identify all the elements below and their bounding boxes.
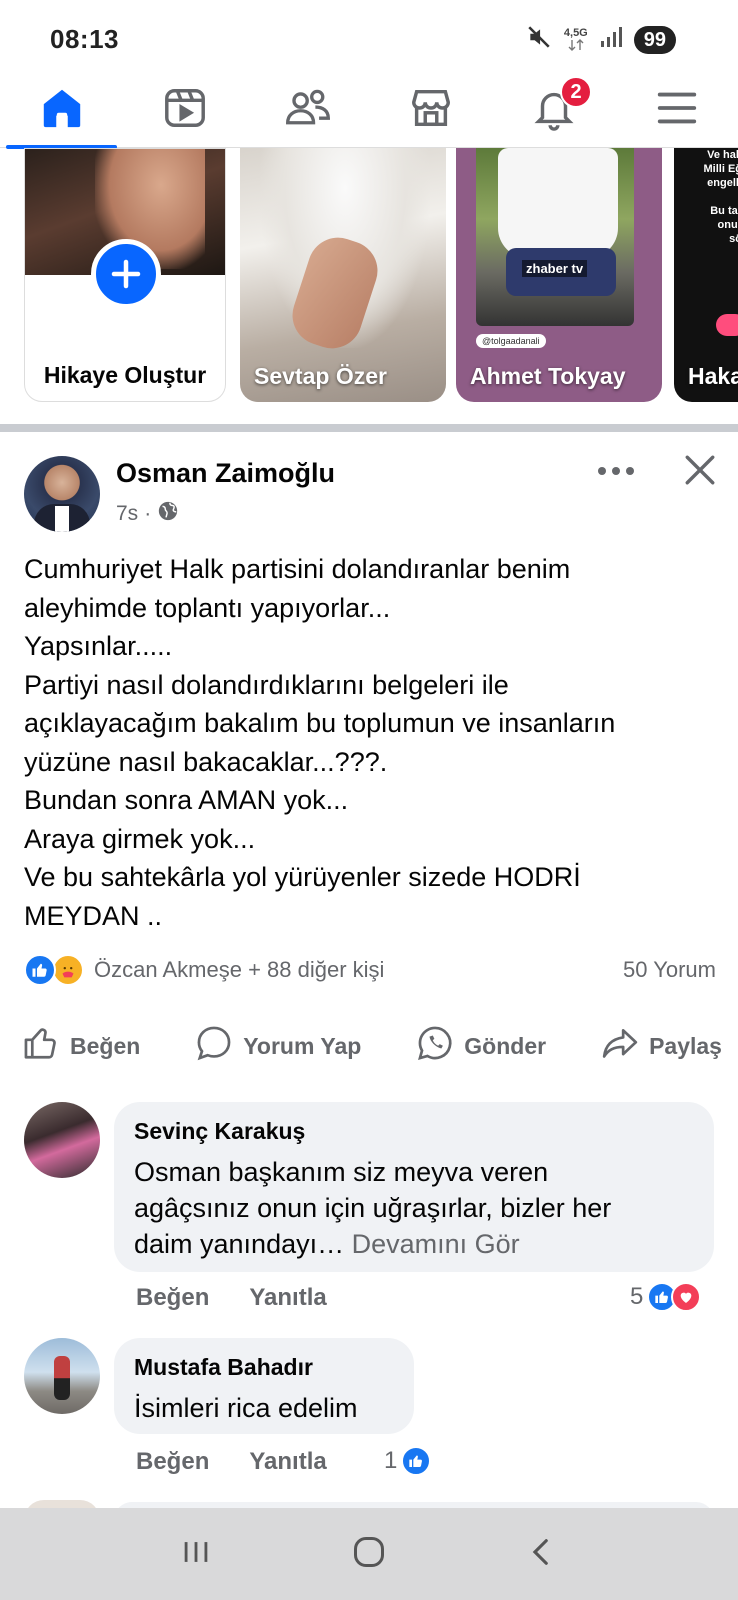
comment-like-button[interactable]: Beğen	[136, 1284, 209, 1312]
video-icon	[162, 85, 208, 136]
hide-post-button[interactable]	[680, 452, 720, 492]
comment-reaction-count: 5	[630, 1283, 644, 1310]
comments-count[interactable]: 50 Yorum	[623, 957, 716, 983]
love-reaction-icon	[671, 1282, 702, 1312]
comment-like-button[interactable]: Beğen	[136, 1448, 209, 1476]
comment-actions: Beğen Yanıtla	[136, 1284, 327, 1312]
story-video-frame: zhaber tv	[476, 148, 634, 326]
notification-badge: 2	[560, 76, 592, 108]
menu-icon	[654, 85, 700, 136]
section-divider	[0, 424, 738, 432]
comment-reactions[interactable]: 1	[384, 1446, 432, 1476]
thumbs-up-icon	[22, 1024, 60, 1068]
nav-video[interactable]	[123, 72, 246, 148]
home-icon	[39, 85, 85, 136]
story-card[interactable]: zhaber tv @tolgaadanali Ahmet Tokyay	[456, 148, 662, 402]
close-icon	[683, 453, 717, 492]
battery-level: 99	[633, 25, 676, 54]
like-label: Beğen	[70, 1032, 141, 1059]
home-circle-icon[interactable]	[351, 1534, 387, 1575]
story-card[interactable]: Ve hak Milli Eğ engelli Bu tar onur sö H…	[674, 148, 738, 402]
post-more-button[interactable]	[594, 458, 638, 488]
signal-icon	[600, 26, 622, 53]
marketplace-icon	[408, 85, 454, 136]
share-button[interactable]: Paylaş	[601, 1024, 722, 1068]
story-author-name: Ahmet Tokyay	[470, 363, 626, 389]
reactions-summary[interactable]: Özcan Akmeşe + 88 diğer kişi 50 Yorum	[24, 952, 716, 988]
story-card[interactable]: Sevtap Özer	[240, 148, 446, 402]
comment-reply-button[interactable]: Yanıtla	[249, 1448, 326, 1476]
comment-text: Osman başkanım siz meyva veren agâçsınız…	[134, 1157, 612, 1259]
network-indicator: 4,5G	[564, 28, 588, 51]
nav-notifications[interactable]: 2	[492, 72, 615, 148]
story-author-name: Sevtap Özer	[254, 363, 387, 389]
like-button[interactable]: Beğen	[22, 1024, 140, 1068]
status-icons: 4,5G 99	[526, 24, 676, 55]
nav-home[interactable]	[0, 72, 123, 149]
create-story-label: Hikaye Oluştur	[43, 362, 207, 388]
post-time[interactable]: 7s	[116, 502, 138, 526]
comment-reply-button[interactable]: Yanıtla	[249, 1284, 326, 1312]
post-author-name[interactable]: Osman Zaimoğlu	[116, 458, 335, 489]
mute-icon	[526, 24, 552, 55]
comment-bubble[interactable]: Mustafa Bahadır İsimleri rica edelim	[114, 1338, 414, 1434]
globe-icon	[157, 500, 179, 528]
post-text: Cumhuriyet Halk partisini dolandıranlar …	[24, 554, 616, 931]
comment-bubble[interactable]: Sevinç Karakuş Osman başkanım siz meyva …	[114, 1102, 714, 1272]
share-arrow-icon	[601, 1024, 639, 1068]
plus-icon[interactable]	[91, 239, 161, 309]
post-meta: 7s ·	[116, 500, 179, 528]
system-navigation-bar	[0, 1508, 738, 1600]
story-channel-logo: zhaber tv	[522, 260, 588, 277]
commenter-name[interactable]: Sevinç Karakuş	[134, 1118, 305, 1145]
comment-bubble-icon	[195, 1024, 233, 1068]
commenter-avatar[interactable]	[24, 1102, 100, 1178]
status-time: 08:13	[50, 24, 119, 54]
post-author-avatar[interactable]	[24, 456, 100, 532]
nav-menu[interactable]	[615, 72, 738, 148]
story-mention-tag: @tolgaadanali	[476, 334, 546, 348]
comment-label: Yorum Yap	[243, 1032, 362, 1059]
share-label: Paylaş	[649, 1032, 722, 1059]
like-reaction-icon	[24, 954, 56, 986]
post-actions: Beğen Yorum Yap Gönder Paylaş	[22, 1024, 722, 1068]
whatsapp-icon	[416, 1024, 454, 1068]
commenter-name[interactable]: Mustafa Bahadır	[134, 1354, 313, 1381]
top-nav-bar: 2	[0, 72, 738, 149]
send-label: Gönder	[464, 1032, 547, 1059]
care-reaction-icon	[52, 954, 84, 986]
comment-reactions[interactable]: 5	[630, 1282, 702, 1312]
stories-carousel: Hikaye Oluştur Sevtap Özer zhaber tv @to…	[0, 148, 738, 408]
comment-button[interactable]: Yorum Yap	[195, 1024, 361, 1068]
back-icon[interactable]	[525, 1535, 559, 1574]
status-bar: 08:13 4,5G 99	[0, 0, 738, 72]
more-dots-icon	[596, 464, 636, 482]
see-more-link[interactable]: Devamını Gör	[352, 1229, 520, 1259]
network-label: 4,5G	[563, 27, 588, 39]
friends-icon	[284, 85, 332, 136]
commenter-avatar[interactable]	[24, 1338, 100, 1414]
story-author-name: Haka	[688, 363, 738, 389]
reactions-text: Özcan Akmeşe + 88 diğer kişi	[94, 957, 385, 982]
nav-marketplace[interactable]	[369, 72, 492, 148]
nav-friends[interactable]	[246, 72, 369, 148]
comment-text: İsimleri rica edelim	[134, 1393, 358, 1423]
like-reaction-icon	[401, 1446, 432, 1476]
comment-actions: Beğen Yanıtla	[136, 1448, 327, 1476]
story-overlay-text: Ve hak Milli Eğ engelli Bu tar onur sö	[703, 149, 738, 245]
create-story-card[interactable]: Hikaye Oluştur	[24, 148, 226, 402]
recent-apps-icon[interactable]	[179, 1535, 213, 1574]
comment-reaction-count: 1	[384, 1447, 398, 1474]
send-button[interactable]: Gönder	[416, 1024, 546, 1068]
